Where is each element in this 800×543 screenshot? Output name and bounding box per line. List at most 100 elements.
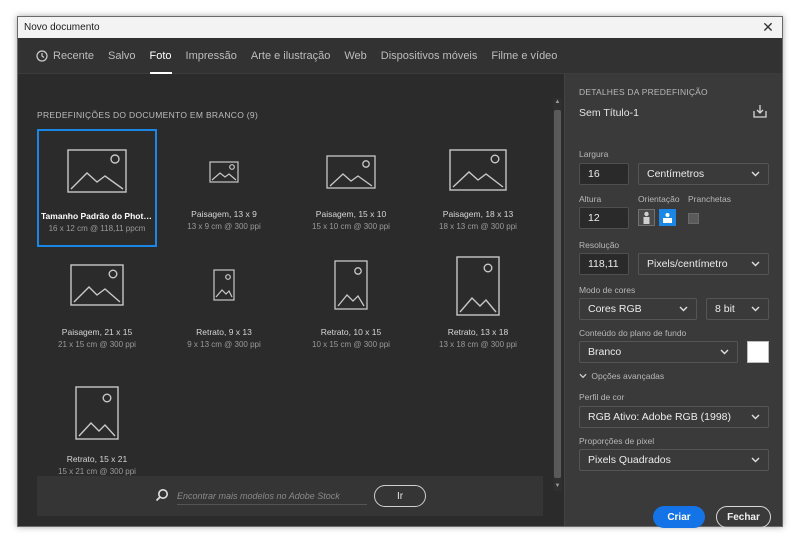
- preset-name: Paisagem, 15 x 10: [315, 209, 387, 219]
- tab-label: Dispositivos móveis: [380, 49, 478, 62]
- portrait-image-icon: [291, 260, 411, 310]
- create-button[interactable]: Criar: [653, 506, 705, 528]
- chevron-down-icon: [751, 171, 760, 177]
- preset-dims: 13 x 9 cm @ 300 ppi: [187, 222, 261, 231]
- preset-name: Tamanho Padrão do Photo...: [41, 211, 155, 221]
- color-mode-label: Modo de cores: [579, 285, 636, 295]
- width-unit-select[interactable]: Centímetros: [638, 163, 769, 185]
- tab-salvo[interactable]: Salvo: [108, 38, 136, 74]
- tab-label: Impressão: [185, 49, 237, 62]
- preset-dims: 9 x 13 cm @ 300 ppi: [187, 340, 261, 349]
- preset-card[interactable]: Paisagem, 21 x 15 21 x 15 cm @ 300 ppi: [37, 256, 157, 374]
- preset-card[interactable]: Paisagem, 18 x 13 18 x 13 cm @ 300 ppi: [418, 129, 538, 247]
- preset-card[interactable]: Paisagem, 15 x 10 15 x 10 cm @ 300 ppi: [291, 129, 411, 247]
- chevron-down-icon: [751, 414, 760, 420]
- chevron-down-icon: [720, 349, 729, 355]
- color-profile-label: Perfil de cor: [579, 392, 625, 402]
- resolution-unit-select[interactable]: Pixels/centímetro: [638, 253, 769, 275]
- presets-scrollbar[interactable]: ▲ ▼: [553, 98, 562, 491]
- landscape-image-icon: [39, 149, 155, 193]
- resolution-input[interactable]: 118,11: [579, 253, 629, 275]
- chevron-down-icon: [751, 306, 760, 312]
- tab-label: Web: [344, 49, 367, 62]
- preset-name: Retrato, 9 x 13: [196, 327, 252, 337]
- advanced-options-toggle[interactable]: Opções avançadas: [579, 371, 664, 381]
- tab-label: Salvo: [107, 49, 136, 62]
- color-profile-select[interactable]: RGB Ativo: Adobe RGB (1998): [579, 406, 769, 428]
- chevron-down-icon: [679, 306, 688, 312]
- save-preset-icon[interactable]: [752, 103, 768, 119]
- preset-name: Retrato, 15 x 21: [66, 454, 128, 464]
- preset-dims: 15 x 21 cm @ 300 ppi: [58, 467, 136, 476]
- tab-web[interactable]: Web: [344, 38, 366, 74]
- preset-card[interactable]: Retrato, 15 x 21 15 x 21 cm @ 300 ppi: [37, 384, 157, 484]
- resolution-label: Resolução: [579, 240, 620, 250]
- tab-impressao[interactable]: Impressão: [186, 38, 237, 74]
- artboards-checkbox[interactable]: [688, 213, 699, 224]
- portrait-image-icon: [418, 256, 538, 316]
- preset-name: Paisagem, 13 x 9: [191, 209, 257, 219]
- background-select[interactable]: Branco: [579, 341, 738, 363]
- landscape-person-icon: [663, 213, 672, 223]
- presets-panel: PREDEFINIÇÕES DO DOCUMENTO EM BRANCO (9)…: [18, 74, 564, 526]
- tab-label: Foto: [149, 49, 172, 62]
- bit-depth-select[interactable]: 8 bit: [706, 298, 769, 320]
- tab-dispositivos-moveis[interactable]: Dispositivos móveis: [381, 38, 478, 74]
- preset-name: Paisagem, 21 x 15: [61, 327, 133, 337]
- chevron-down-icon: [751, 261, 760, 267]
- tab-arte-ilustracao[interactable]: Arte e ilustração: [251, 38, 330, 74]
- portrait-orientation-button[interactable]: [638, 209, 655, 226]
- landscape-image-icon: [164, 161, 284, 183]
- tab-label: Recente: [53, 49, 94, 62]
- width-input[interactable]: 16: [579, 163, 629, 185]
- clock-icon: [36, 49, 48, 62]
- close-icon[interactable]: ✕: [760, 19, 776, 35]
- preset-dims: 18 x 13 cm @ 300 ppi: [439, 222, 517, 231]
- stock-search-input[interactable]: Encontrar mais modelos no Adobe Stock: [177, 487, 367, 505]
- tab-foto[interactable]: Foto: [149, 38, 172, 74]
- preset-dims: 13 x 18 cm @ 300 ppi: [439, 340, 517, 349]
- title-bar: Novo documento ✕: [18, 17, 782, 38]
- scroll-up-icon[interactable]: ▲: [553, 98, 562, 107]
- preset-name: Paisagem, 18 x 13: [442, 209, 514, 219]
- tab-label: Filme e vídeo: [491, 49, 558, 62]
- preset-name: Retrato, 10 x 15: [320, 327, 382, 337]
- preset-dims: 10 x 15 cm @ 300 ppi: [312, 340, 390, 349]
- new-document-dialog: Novo documento ✕ Recente Salvo Foto Impr…: [17, 16, 783, 528]
- portrait-image-icon: [164, 269, 284, 301]
- landscape-orientation-button[interactable]: [659, 209, 676, 226]
- go-button[interactable]: Ir: [374, 485, 426, 507]
- preset-card[interactable]: Retrato, 9 x 13 9 x 13 cm @ 300 ppi: [164, 256, 284, 374]
- chevron-down-icon: [751, 457, 760, 463]
- preset-details-panel: DETALHES DA PREDEFINIÇÃO Sem Título-1 La…: [564, 74, 782, 528]
- stock-search-bar: Encontrar mais modelos no Adobe Stock Ir: [37, 476, 543, 516]
- tab-filme-video[interactable]: Filme e vídeo: [491, 38, 557, 74]
- scroll-down-icon[interactable]: ▼: [553, 482, 562, 491]
- window-title: Novo documento: [24, 22, 100, 33]
- chevron-down-icon: [579, 373, 587, 379]
- preset-card[interactable]: Tamanho Padrão do Photo... 16 x 12 cm @ …: [37, 129, 157, 247]
- pixel-aspect-select[interactable]: Pixels Quadrados: [579, 449, 769, 471]
- tab-recente[interactable]: Recente: [36, 38, 94, 74]
- portrait-person-icon: [643, 211, 650, 224]
- landscape-image-icon: [37, 264, 157, 306]
- preset-card[interactable]: Retrato, 10 x 15 10 x 15 cm @ 300 ppi: [291, 256, 411, 374]
- preset-dims: 15 x 10 cm @ 300 ppi: [312, 222, 390, 231]
- preset-dims: 16 x 12 cm @ 118,11 ppcm: [48, 224, 146, 233]
- search-icon: [155, 488, 169, 502]
- height-label: Altura: [579, 194, 602, 204]
- landscape-image-icon: [418, 149, 538, 191]
- height-input[interactable]: 12: [579, 207, 629, 229]
- color-mode-select[interactable]: Cores RGB: [579, 298, 697, 320]
- scrollbar-thumb[interactable]: [554, 110, 561, 478]
- document-name-field[interactable]: Sem Título-1: [579, 107, 639, 119]
- preset-card[interactable]: Paisagem, 13 x 9 13 x 9 cm @ 300 ppi: [164, 129, 284, 247]
- background-color-swatch[interactable]: [747, 341, 769, 363]
- landscape-image-icon: [291, 155, 411, 189]
- category-tabs: Recente Salvo Foto Impressão Arte e ilus…: [18, 38, 782, 74]
- preset-card[interactable]: Retrato, 13 x 18 13 x 18 cm @ 300 ppi: [418, 256, 538, 374]
- preset-dims: 21 x 15 cm @ 300 ppi: [58, 340, 136, 349]
- artboards-label: Pranchetas: [688, 194, 731, 204]
- background-label: Conteúdo do plano de fundo: [579, 328, 687, 338]
- close-button[interactable]: Fechar: [716, 506, 771, 528]
